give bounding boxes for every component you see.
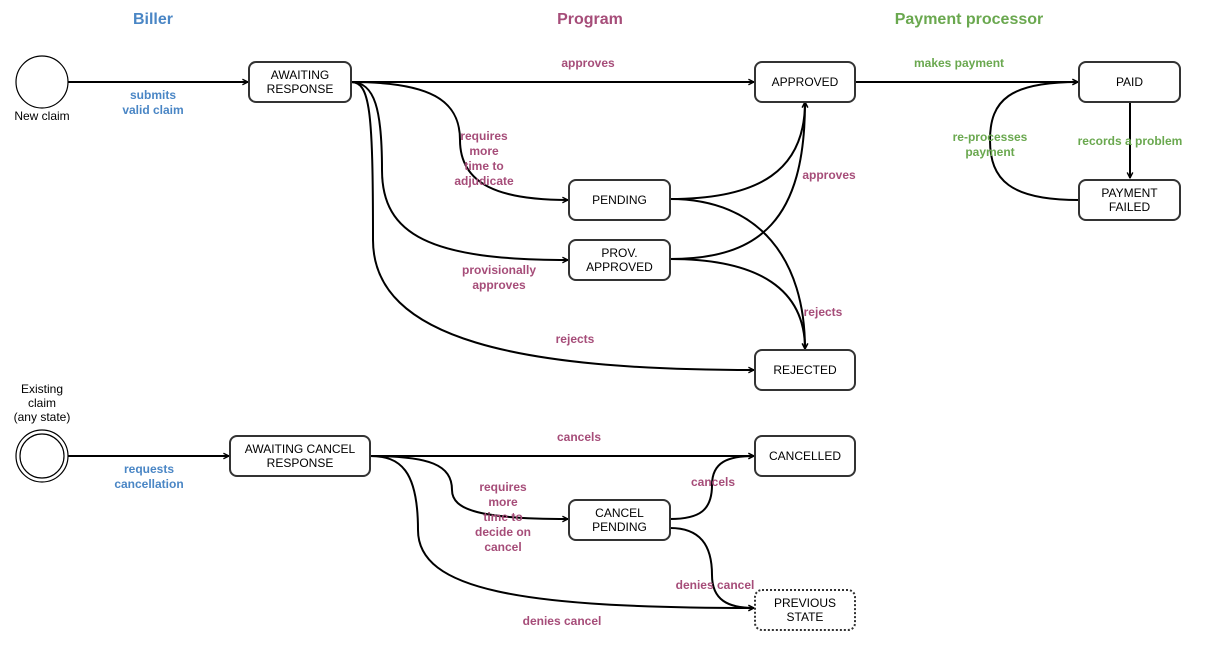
text-line: submits [130,88,176,102]
edge-rejects-from-prov [669,258,805,349]
text-line: decide on [475,525,531,539]
state-approved[interactable]: APPROVED [754,61,856,103]
state-diagram: Biller Program Payment processor New cla… [14,11,1182,631]
text-line: PREVIOUS [774,596,836,610]
state-label: PAID [1116,75,1143,89]
state-previous-state[interactable]: PREVIOUS STATE [754,589,856,631]
text-line: FAILED [1109,200,1151,214]
start-state-existing-claim[interactable]: Existing claim (any state) [14,382,71,483]
text-line: RESPONSE [267,82,334,96]
state-rejected[interactable]: REJECTED [754,349,856,391]
text-line: cancel [484,540,521,554]
text-line: more [469,144,499,158]
text-line: denies cancel [676,578,755,592]
text-line: rejects [556,332,595,346]
label-rejects-from-pending: rejects [804,305,843,319]
text-line: approves [561,56,615,70]
text-line: rejects [804,305,843,319]
label-requires-more-time-cancel: requires more time to decide on cancel [475,480,531,554]
label-denies-cancel-direct: denies cancel [523,614,602,628]
label-denies-cancel-from-pending: denies cancel [676,578,755,592]
text-line: PAID [1116,75,1143,89]
text-line: PENDING [592,520,647,534]
text-line: time to [483,510,522,524]
text-line: valid claim [122,103,183,117]
text-line: cancellation [114,477,183,491]
state-cancel-pending[interactable]: CANCEL PENDING [568,499,671,541]
history-state-inner-circle [19,433,65,479]
text-line: cancels [557,430,601,444]
text-line: PAYMENT [1101,186,1158,200]
state-pending[interactable]: PENDING [568,179,671,221]
text-line: AWAITING CANCEL [245,442,356,456]
text-line: payment [965,145,1014,159]
lane-title-program: Program [557,11,623,28]
text-line: requests [124,462,174,476]
label-cancels-direct: cancels [557,430,601,444]
state-label: AWAITING RESPONSE [267,68,334,96]
label-records-a-problem: records a problem [1078,134,1183,148]
lane-title-payment-processor: Payment processor [895,11,1044,28]
edge-denies-cancel-from-pending [669,527,754,608]
state-payment-failed[interactable]: PAYMENT FAILED [1078,179,1181,221]
edge-rejects-direct [350,81,754,370]
text-line: APPROVED [586,260,653,274]
state-awaiting-response[interactable]: AWAITING RESPONSE [248,61,352,103]
state-label: REJECTED [773,363,837,377]
text-line: REJECTED [773,363,837,377]
text-line: provisionally [462,263,536,277]
state-label: APPROVED [772,75,839,89]
text-line: cancels [691,475,735,489]
state-prov-approved[interactable]: PROV. APPROVED [568,239,671,281]
text-line: approves [472,278,526,292]
text-line: PROV. [601,246,637,260]
state-label: PAYMENT FAILED [1101,186,1158,214]
label-provisionally-approves: provisionally approves [462,263,536,292]
edge-approves-from-pending [669,102,805,200]
state-label: PENDING [592,193,647,207]
text-line: AWAITING [271,68,329,82]
text-line: CANCEL [595,506,644,520]
text-line: claim [28,396,56,410]
text-line: requires [479,480,527,494]
label-approves-from-pending: approves [802,168,856,182]
text-line: more [488,495,518,509]
state-paid[interactable]: PAID [1078,61,1181,103]
label-approves-direct: approves [561,56,615,70]
text-line: re-processes [953,130,1028,144]
text-line: APPROVED [772,75,839,89]
text-line: records a problem [1078,134,1183,148]
text-line: adjudicate [454,174,514,188]
label-rejects-direct: rejects [556,332,595,346]
label-submits-valid-claim: submits valid claim [122,88,183,117]
text-line: requires [460,129,508,143]
initial-state-circle [15,55,69,109]
state-cancelled[interactable]: CANCELLED [754,435,856,477]
start-label-new-claim: New claim [14,109,69,123]
edge-provisionally-approves [350,81,568,260]
text-line: time to [464,159,503,173]
text-line: makes payment [914,56,1004,70]
start-label-existing-claim: Existing claim (any state) [14,382,71,424]
label-requests-cancellation: requests cancellation [114,462,183,491]
text-line: (any state) [14,410,71,424]
label-cancels-from-pending: cancels [691,475,735,489]
state-label: CANCEL PENDING [592,506,647,534]
edge-approves-from-prov [669,102,805,260]
state-label: CANCELLED [769,449,841,463]
text-line: Existing [21,382,63,396]
edge-rejects-from-pending [669,198,805,349]
text-line: RESPONSE [267,456,334,470]
text-line: CANCELLED [769,449,841,463]
lane-title-biller: Biller [133,11,173,28]
label-re-processes-payment: re-processes payment [953,130,1028,159]
text-line: denies cancel [523,614,602,628]
text-line: approves [802,168,856,182]
edge-labels: submits valid claim approves makes paymen… [114,56,1182,628]
text-line: PENDING [592,193,647,207]
start-state-new-claim[interactable]: New claim [14,55,70,123]
text-line: STATE [787,610,824,624]
label-makes-payment: makes payment [914,56,1004,70]
state-awaiting-cancel-response[interactable]: AWAITING CANCEL RESPONSE [229,435,371,477]
